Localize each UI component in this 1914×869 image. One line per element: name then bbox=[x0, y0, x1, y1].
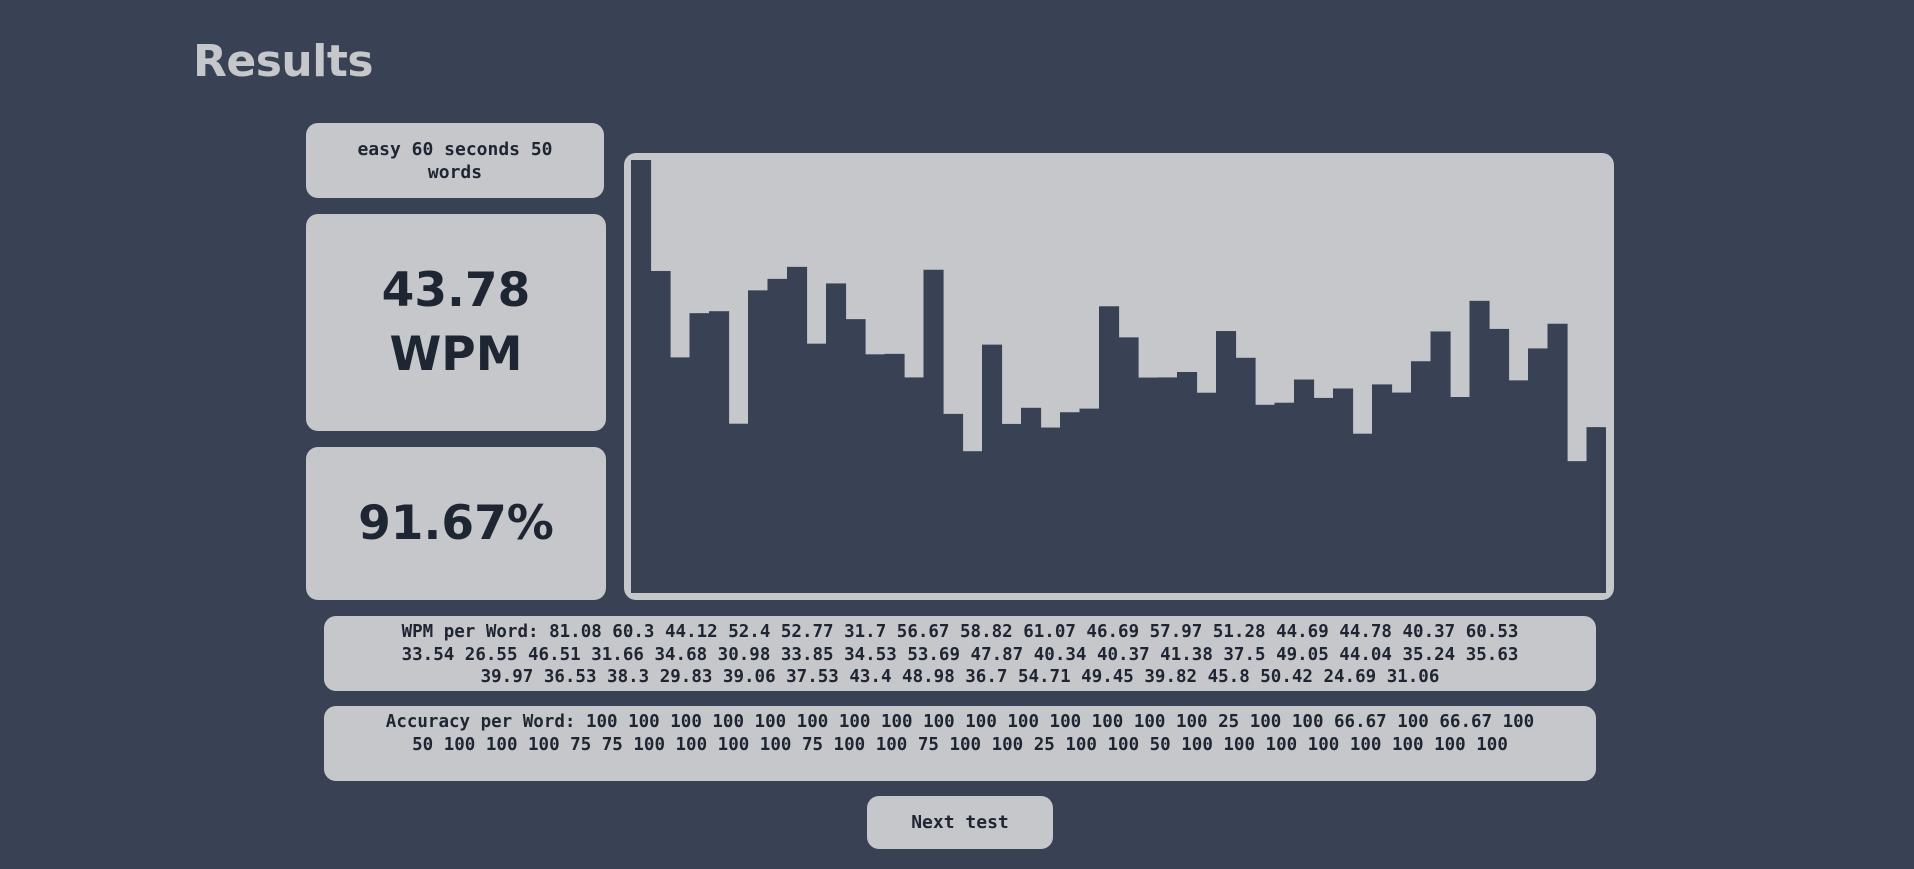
wpm-per-word-card: WPM per Word: 81.08 60.3 44.12 52.4 52.7… bbox=[324, 616, 1596, 691]
chart-bar-36 bbox=[1313, 397, 1334, 593]
chart-bar-12 bbox=[845, 319, 866, 593]
accuracy-per-word-text: Accuracy per Word: 100 100 100 100 100 1… bbox=[385, 712, 1535, 755]
chart-bar-44 bbox=[1469, 300, 1490, 593]
test-mode-label: easy 60 seconds 50 words bbox=[357, 138, 553, 183]
chart-bar-19 bbox=[982, 344, 1003, 593]
chart-bar-31 bbox=[1216, 331, 1237, 593]
wpm-chart-card bbox=[624, 153, 1614, 600]
chart-bar-35 bbox=[1294, 379, 1315, 593]
next-test-button[interactable]: Next test bbox=[867, 796, 1053, 849]
chart-bar-16 bbox=[923, 269, 944, 593]
wpm-bar-chart bbox=[631, 160, 1606, 593]
accuracy-value: 91.67% bbox=[358, 496, 554, 551]
chart-bar-40 bbox=[1391, 392, 1412, 593]
chart-bar-30 bbox=[1196, 392, 1217, 593]
chart-bar-9 bbox=[787, 266, 808, 593]
chart-bar-28 bbox=[1157, 377, 1178, 593]
chart-bar-42 bbox=[1430, 331, 1451, 593]
chart-bar-32 bbox=[1235, 357, 1256, 593]
chart-bar-7 bbox=[748, 290, 769, 593]
chart-bar-41 bbox=[1411, 361, 1432, 593]
wpm-unit: WPM bbox=[389, 326, 523, 382]
chart-bar-48 bbox=[1547, 323, 1568, 593]
wpm-per-word-text: WPM per Word: 81.08 60.3 44.12 52.4 52.7… bbox=[401, 622, 1519, 687]
chart-bar-39 bbox=[1372, 384, 1393, 593]
wpm-value: 43.78 bbox=[381, 262, 531, 318]
page-title: Results bbox=[193, 36, 374, 87]
chart-bar-3 bbox=[670, 357, 691, 593]
chart-bar-13 bbox=[865, 354, 886, 593]
chart-bar-26 bbox=[1118, 337, 1139, 593]
chart-bar-45 bbox=[1489, 328, 1510, 593]
chart-bar-38 bbox=[1352, 433, 1373, 593]
chart-bar-47 bbox=[1528, 348, 1549, 593]
chart-bar-14 bbox=[884, 353, 905, 593]
chart-bar-50 bbox=[1586, 427, 1606, 593]
chart-bar-23 bbox=[1060, 412, 1081, 593]
chart-bar-29 bbox=[1177, 372, 1198, 593]
chart-bar-43 bbox=[1450, 397, 1471, 593]
chart-bar-17 bbox=[943, 413, 964, 593]
chart-bar-1 bbox=[631, 160, 652, 593]
chart-bar-27 bbox=[1138, 377, 1159, 593]
test-mode-card: easy 60 seconds 50 words bbox=[306, 123, 604, 198]
chart-bar-33 bbox=[1255, 404, 1276, 593]
accuracy-per-word-card: Accuracy per Word: 100 100 100 100 100 1… bbox=[324, 706, 1596, 781]
chart-bar-37 bbox=[1333, 388, 1354, 593]
chart-bar-8 bbox=[767, 278, 788, 593]
accuracy-card: 91.67% bbox=[306, 447, 606, 600]
chart-bar-2 bbox=[650, 270, 671, 593]
chart-bar-46 bbox=[1508, 380, 1529, 593]
chart-bar-15 bbox=[904, 377, 925, 593]
chart-bar-22 bbox=[1040, 427, 1061, 593]
chart-bar-21 bbox=[1021, 407, 1042, 593]
chart-bar-4 bbox=[689, 313, 710, 593]
chart-bar-18 bbox=[962, 451, 983, 593]
chart-bar-20 bbox=[1001, 423, 1022, 593]
chart-bar-5 bbox=[709, 311, 730, 593]
wpm-card: 43.78 WPM bbox=[306, 214, 606, 431]
chart-bar-6 bbox=[728, 423, 749, 593]
chart-bar-49 bbox=[1567, 461, 1588, 593]
chart-bar-34 bbox=[1274, 402, 1295, 593]
chart-bar-10 bbox=[806, 343, 827, 593]
chart-bar-24 bbox=[1079, 408, 1100, 593]
chart-bar-25 bbox=[1099, 306, 1120, 593]
chart-bar-11 bbox=[826, 283, 847, 593]
